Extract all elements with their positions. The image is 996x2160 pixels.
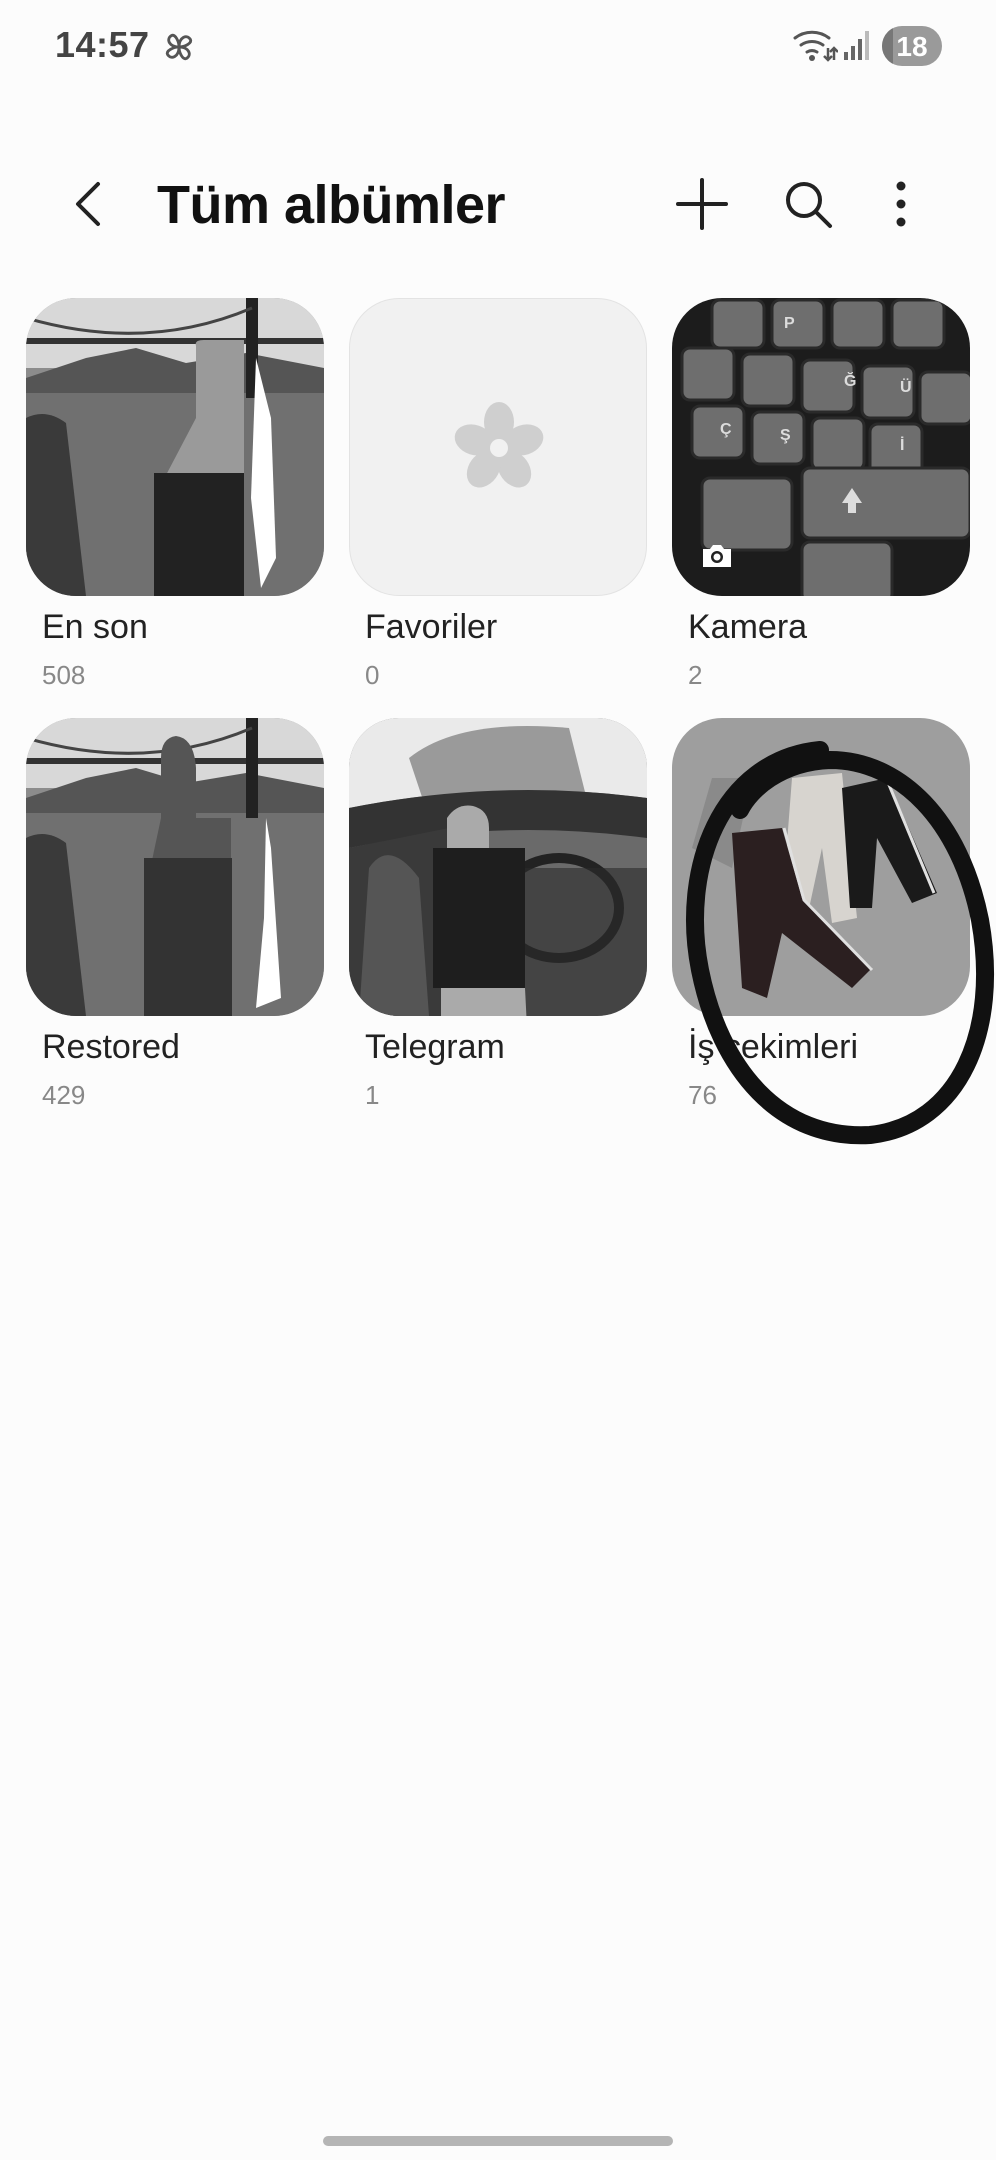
album-thumbnail — [349, 298, 647, 596]
search-icon — [786, 182, 832, 228]
album-thumbnail — [672, 718, 970, 1016]
album-name: İş çekimleri — [688, 1028, 859, 1066]
key-label: Ç — [720, 421, 732, 438]
more-options-button[interactable] — [876, 174, 926, 234]
album-favoriler[interactable]: Favoriler 0 — [349, 298, 649, 690]
album-count: 0 — [365, 660, 380, 690]
plus-icon — [676, 178, 728, 230]
key-label: Ü — [900, 377, 912, 396]
album-telegram[interactable]: Telegram 1 — [349, 718, 649, 1110]
pinwheel-icon — [165, 33, 193, 61]
album-name: En son — [42, 608, 148, 646]
battery-percent: 18 — [896, 31, 928, 62]
album-name: Kamera — [688, 608, 808, 646]
album-count: 2 — [688, 660, 703, 690]
more-vert-icon — [896, 181, 906, 227]
home-indicator[interactable] — [323, 2136, 673, 2146]
album-thumbnail — [26, 298, 324, 596]
album-name: Telegram — [365, 1028, 505, 1066]
search-button[interactable] — [778, 174, 838, 234]
album-is-cekimleri[interactable]: İş çekimleri 76 — [672, 718, 972, 1110]
camera-icon — [703, 545, 731, 567]
album-name: Restored — [42, 1028, 180, 1066]
page-title: Tüm albümler — [157, 175, 506, 235]
key-label: Ğ — [844, 371, 856, 390]
key-label: P — [784, 315, 795, 332]
back-icon — [76, 182, 100, 226]
album-restored[interactable]: Restored 429 — [26, 718, 326, 1110]
back-button[interactable] — [62, 174, 122, 234]
trousers-photo — [672, 718, 970, 1016]
key-label: İ — [900, 436, 904, 454]
battery-indicator: 18 — [882, 26, 942, 66]
album-name: Favoriler — [365, 608, 498, 646]
wifi-icon — [793, 30, 838, 62]
album-thumbnail — [349, 718, 647, 1016]
status-time: 14:57 — [55, 24, 150, 65]
album-thumbnail: P Ğ Ü Ş İ Ç — [672, 298, 970, 596]
album-en-son[interactable]: En son 508 — [26, 298, 326, 690]
key-label: Ş — [780, 427, 791, 444]
signal-icon — [844, 31, 869, 60]
bridge-photo — [26, 298, 324, 596]
bridge-photo — [26, 718, 324, 1016]
app-bar: Tüm albümler — [0, 150, 996, 260]
album-thumbnail — [26, 718, 324, 1016]
flower-icon — [454, 402, 544, 488]
album-kamera[interactable]: P Ğ Ü Ş İ Ç Kamera 2 — [672, 298, 972, 690]
add-album-button[interactable] — [672, 174, 732, 234]
status-bar: 14:57 18 — [0, 0, 996, 95]
album-count: 429 — [42, 1080, 86, 1110]
album-count: 1 — [365, 1080, 380, 1110]
car-interior-photo — [349, 718, 647, 1016]
album-count: 508 — [42, 660, 86, 690]
album-count: 76 — [688, 1080, 717, 1110]
